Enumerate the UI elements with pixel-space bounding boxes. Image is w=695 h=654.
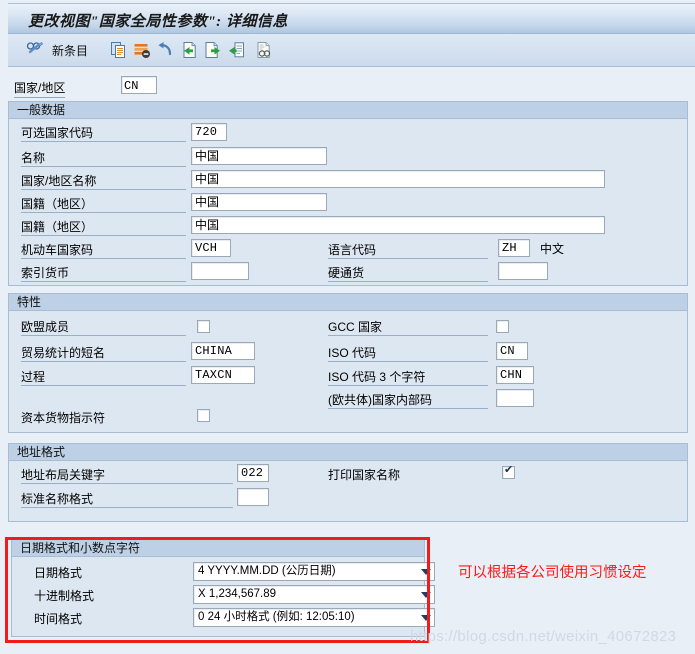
chevron-down-icon [421, 592, 431, 598]
address-layout-key-label: 地址布局关键字 [21, 468, 233, 484]
index-currency-input[interactable] [191, 262, 249, 280]
other-entry-button[interactable] [228, 38, 246, 62]
previous-entry-button[interactable] [180, 38, 198, 62]
time-format-dropdown[interactable]: 0 24 小时格式 (例如: 12:05:10) [193, 608, 435, 627]
iso-code-3-label: ISO 代码 3 个字符 [328, 370, 488, 386]
undo-icon [158, 42, 172, 56]
glasses-pencil-icon [26, 41, 43, 54]
standard-name-format-label: 标准名称格式 [21, 492, 233, 508]
print-country-name-label: 打印国家名称 [328, 468, 401, 482]
vehicle-country-key-input[interactable]: VCH [191, 239, 231, 257]
hard-currency-input[interactable] [498, 262, 548, 280]
ec-internal-code-label: (欧共体)国家内部码 [328, 393, 488, 409]
date-format-label: 日期格式 [34, 566, 83, 580]
country-name-input[interactable]: 中国 [191, 170, 605, 188]
display-details-button[interactable] [255, 38, 273, 62]
group-properties: 特性 欧盟成员 GCC 国家 贸易统计的短名 CHINA ISO 代码 CN 过… [8, 293, 688, 433]
capital-goods-indicator-checkbox[interactable] [197, 409, 210, 422]
country-key-row: 国家/地区 CN [8, 76, 688, 98]
next-entry-button[interactable] [204, 38, 222, 62]
other-entry-icon [229, 42, 244, 58]
iso-code-input[interactable]: CN [496, 342, 528, 360]
chevron-down-icon [421, 569, 431, 575]
annotation-text: 可以根据各公司使用习惯设定 [458, 565, 647, 581]
language-key-input[interactable]: ZH [498, 239, 530, 257]
decimal-format-value: X 1,234,567.89 [198, 588, 277, 600]
alt-country-code-input[interactable]: 720 [191, 123, 227, 141]
date-format-value: 4 YYYY.MM.DD (公历日期) [198, 565, 336, 577]
sap-gui-window: 更改视图"国家全局性参数": 详细信息 新条目 国家/地区 CN 一般数据 可选… [0, 0, 695, 654]
country-name-label: 国家/地区名称 [21, 174, 186, 190]
copy-button[interactable] [110, 38, 128, 62]
eu-member-checkbox[interactable] [197, 320, 210, 333]
next-entry-icon [205, 42, 220, 58]
group-properties-title: 特性 [9, 294, 687, 311]
window-title-bar: 更改视图"国家全局性参数": 详细信息 [8, 3, 695, 34]
country-key-input[interactable]: CN [121, 76, 157, 94]
alt-country-code-label: 可选国家代码 [21, 126, 186, 142]
vehicle-country-key-label: 机动车国家码 [21, 243, 186, 259]
application-toolbar: 新条目 [8, 34, 695, 67]
procedure-input[interactable]: TAXCN [191, 366, 255, 384]
display-change-icon[interactable] [26, 38, 44, 62]
time-format-value: 0 24 小时格式 (例如: 12:05:10) [198, 611, 355, 623]
group-address-format-title: 地址格式 [9, 444, 687, 461]
nationality2-input[interactable]: 中国 [191, 216, 605, 234]
ec-internal-code-input[interactable] [496, 389, 534, 407]
iso-code-label: ISO 代码 [328, 346, 488, 362]
hard-currency-label: 硬通货 [328, 266, 488, 282]
language-key-label: 语言代码 [328, 243, 488, 259]
decimal-format-dropdown[interactable]: X 1,234,567.89 [193, 585, 435, 604]
group-date-decimal-format: 日期格式和小数点字符 日期格式 4 YYYY.MM.DD (公历日期) 十进制格… [11, 539, 435, 637]
name-label: 名称 [21, 151, 186, 167]
eu-member-label: 欧盟成员 [21, 320, 186, 336]
trade-stat-short-name-label: 贸易统计的短名 [21, 346, 186, 362]
iso-code-3-input[interactable]: CHN [496, 366, 534, 384]
group-general-data: 一般数据 可选国家代码 720 名称 中国 国家/地区名称 中国 国籍（地区） … [8, 101, 688, 286]
index-currency-label: 索引货币 [21, 266, 186, 282]
address-layout-key-input[interactable]: 022 [237, 464, 269, 482]
group-general-data-title: 一般数据 [9, 102, 687, 119]
decimal-format-label: 十进制格式 [34, 589, 95, 603]
previous-entry-icon [183, 42, 196, 58]
undo-button[interactable] [156, 38, 174, 62]
page-title: 更改视图"国家全局性参数": 详细信息 [28, 14, 288, 30]
gcc-country-checkbox[interactable] [496, 320, 509, 333]
new-entries-button[interactable]: 新条目 [52, 38, 88, 62]
delete-row-icon [134, 44, 150, 58]
nationality-input[interactable]: 中国 [191, 193, 327, 211]
country-key-label: 国家/地区 [14, 79, 66, 98]
group-date-decimal-format-title: 日期格式和小数点字符 [12, 540, 424, 557]
print-country-name-checkbox[interactable] [502, 464, 515, 479]
date-format-dropdown[interactable]: 4 YYYY.MM.DD (公历日期) [193, 562, 435, 581]
copy-icon [111, 42, 125, 58]
binoculars-page-icon [257, 42, 271, 58]
watermark-text: https://blog.csdn.net/weixin_40672823 [410, 628, 677, 645]
nationality-label: 国籍（地区） [21, 197, 186, 213]
time-format-label: 时间格式 [34, 612, 83, 626]
gcc-country-label: GCC 国家 [328, 320, 488, 336]
nationality2-label: 国籍（地区） [21, 220, 186, 236]
standard-name-format-input[interactable] [237, 488, 269, 506]
new-entries-label: 新条目 [52, 43, 89, 58]
trade-stat-short-name-input[interactable]: CHINA [191, 342, 255, 360]
chevron-down-icon [421, 615, 431, 621]
language-key-text: 中文 [540, 242, 565, 256]
procedure-label: 过程 [21, 370, 186, 386]
delete-row-button[interactable] [133, 38, 151, 62]
capital-goods-indicator-label: 资本货物指示符 [21, 411, 106, 425]
name-input[interactable]: 中国 [191, 147, 327, 165]
group-address-format: 地址格式 地址布局关键字 022 打印国家名称 标准名称格式 [8, 443, 688, 522]
